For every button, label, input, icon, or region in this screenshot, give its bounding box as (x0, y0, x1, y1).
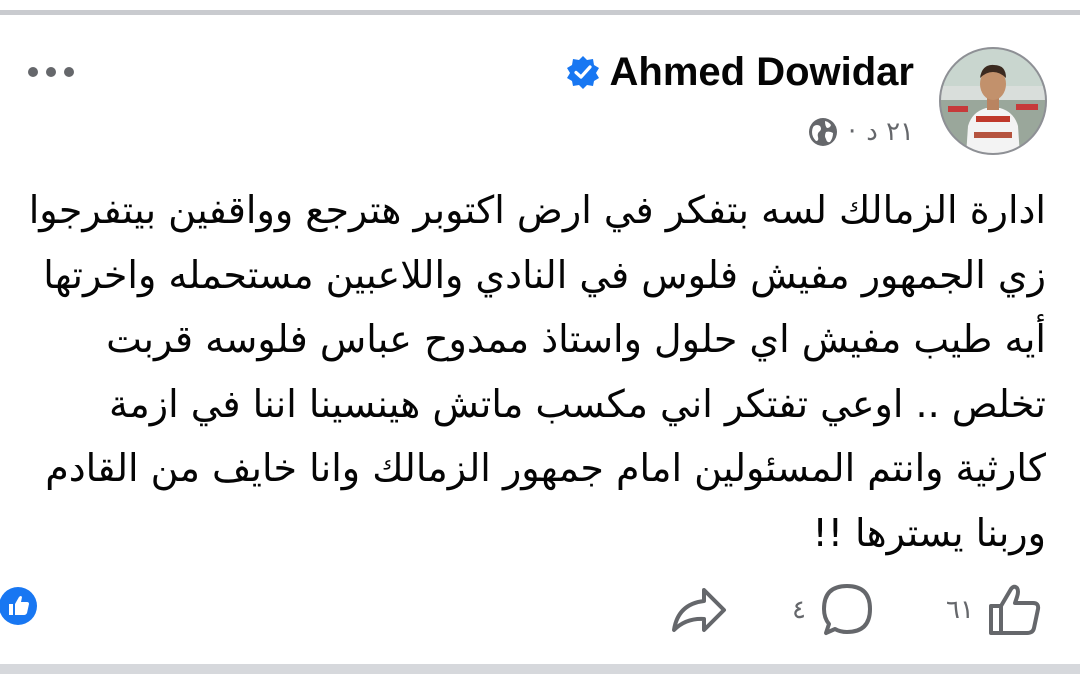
post-text-line: كارثية وانتم المسئولين امام جمهور الزمال… (45, 446, 1046, 490)
post-timestamp[interactable]: ٢١ د (866, 117, 914, 147)
comment-button[interactable]: ٤ (792, 580, 876, 640)
like-count: ٦١ (946, 595, 974, 625)
globe-icon[interactable] (808, 117, 838, 147)
share-button[interactable] (666, 580, 730, 640)
top-divider (0, 10, 1080, 15)
more-options-dot (64, 67, 74, 77)
post-text: ادارة الزمالك لسه بتفكر في ارض اكتوبر هت… (28, 178, 1046, 565)
post-text-line: زي الجمهور مفيش فلوس في النادي واللاعبين… (43, 252, 1046, 297)
meta-separator: · (847, 117, 857, 147)
share-icon (672, 588, 726, 632)
author-row: Ahmed Dowidar (566, 42, 914, 102)
avatar[interactable] (938, 46, 1048, 156)
post-text-line: تخلص .. اوعي تفتكر اني مكسب ماتش هينسينا… (108, 381, 1046, 426)
bottom-divider (0, 664, 1080, 674)
post-meta: ٢١ د · (808, 114, 914, 150)
post-text-line: أيه طيب مفيش اي حلول واستاذ ممدوح عباس ف… (106, 317, 1046, 361)
more-options-button[interactable] (28, 62, 84, 82)
more-options-icon (28, 67, 38, 77)
post-text-line: ادارة الزمالك لسه بتفكر في ارض اكتوبر هت… (28, 188, 1046, 232)
profile-photo (939, 47, 1047, 155)
more-options-dot (46, 67, 56, 77)
like-button[interactable]: ٦١ (946, 580, 1044, 640)
thumbs-up-icon (988, 584, 1041, 635)
verified-badge-icon (566, 56, 599, 89)
like-reaction-icon[interactable] (0, 586, 40, 626)
comment-count: ٤ (792, 595, 806, 625)
post-text-line: وربنا يسترها !! (812, 510, 1046, 555)
comment-icon (821, 584, 872, 635)
author-name[interactable]: Ahmed Dowidar (610, 50, 914, 95)
